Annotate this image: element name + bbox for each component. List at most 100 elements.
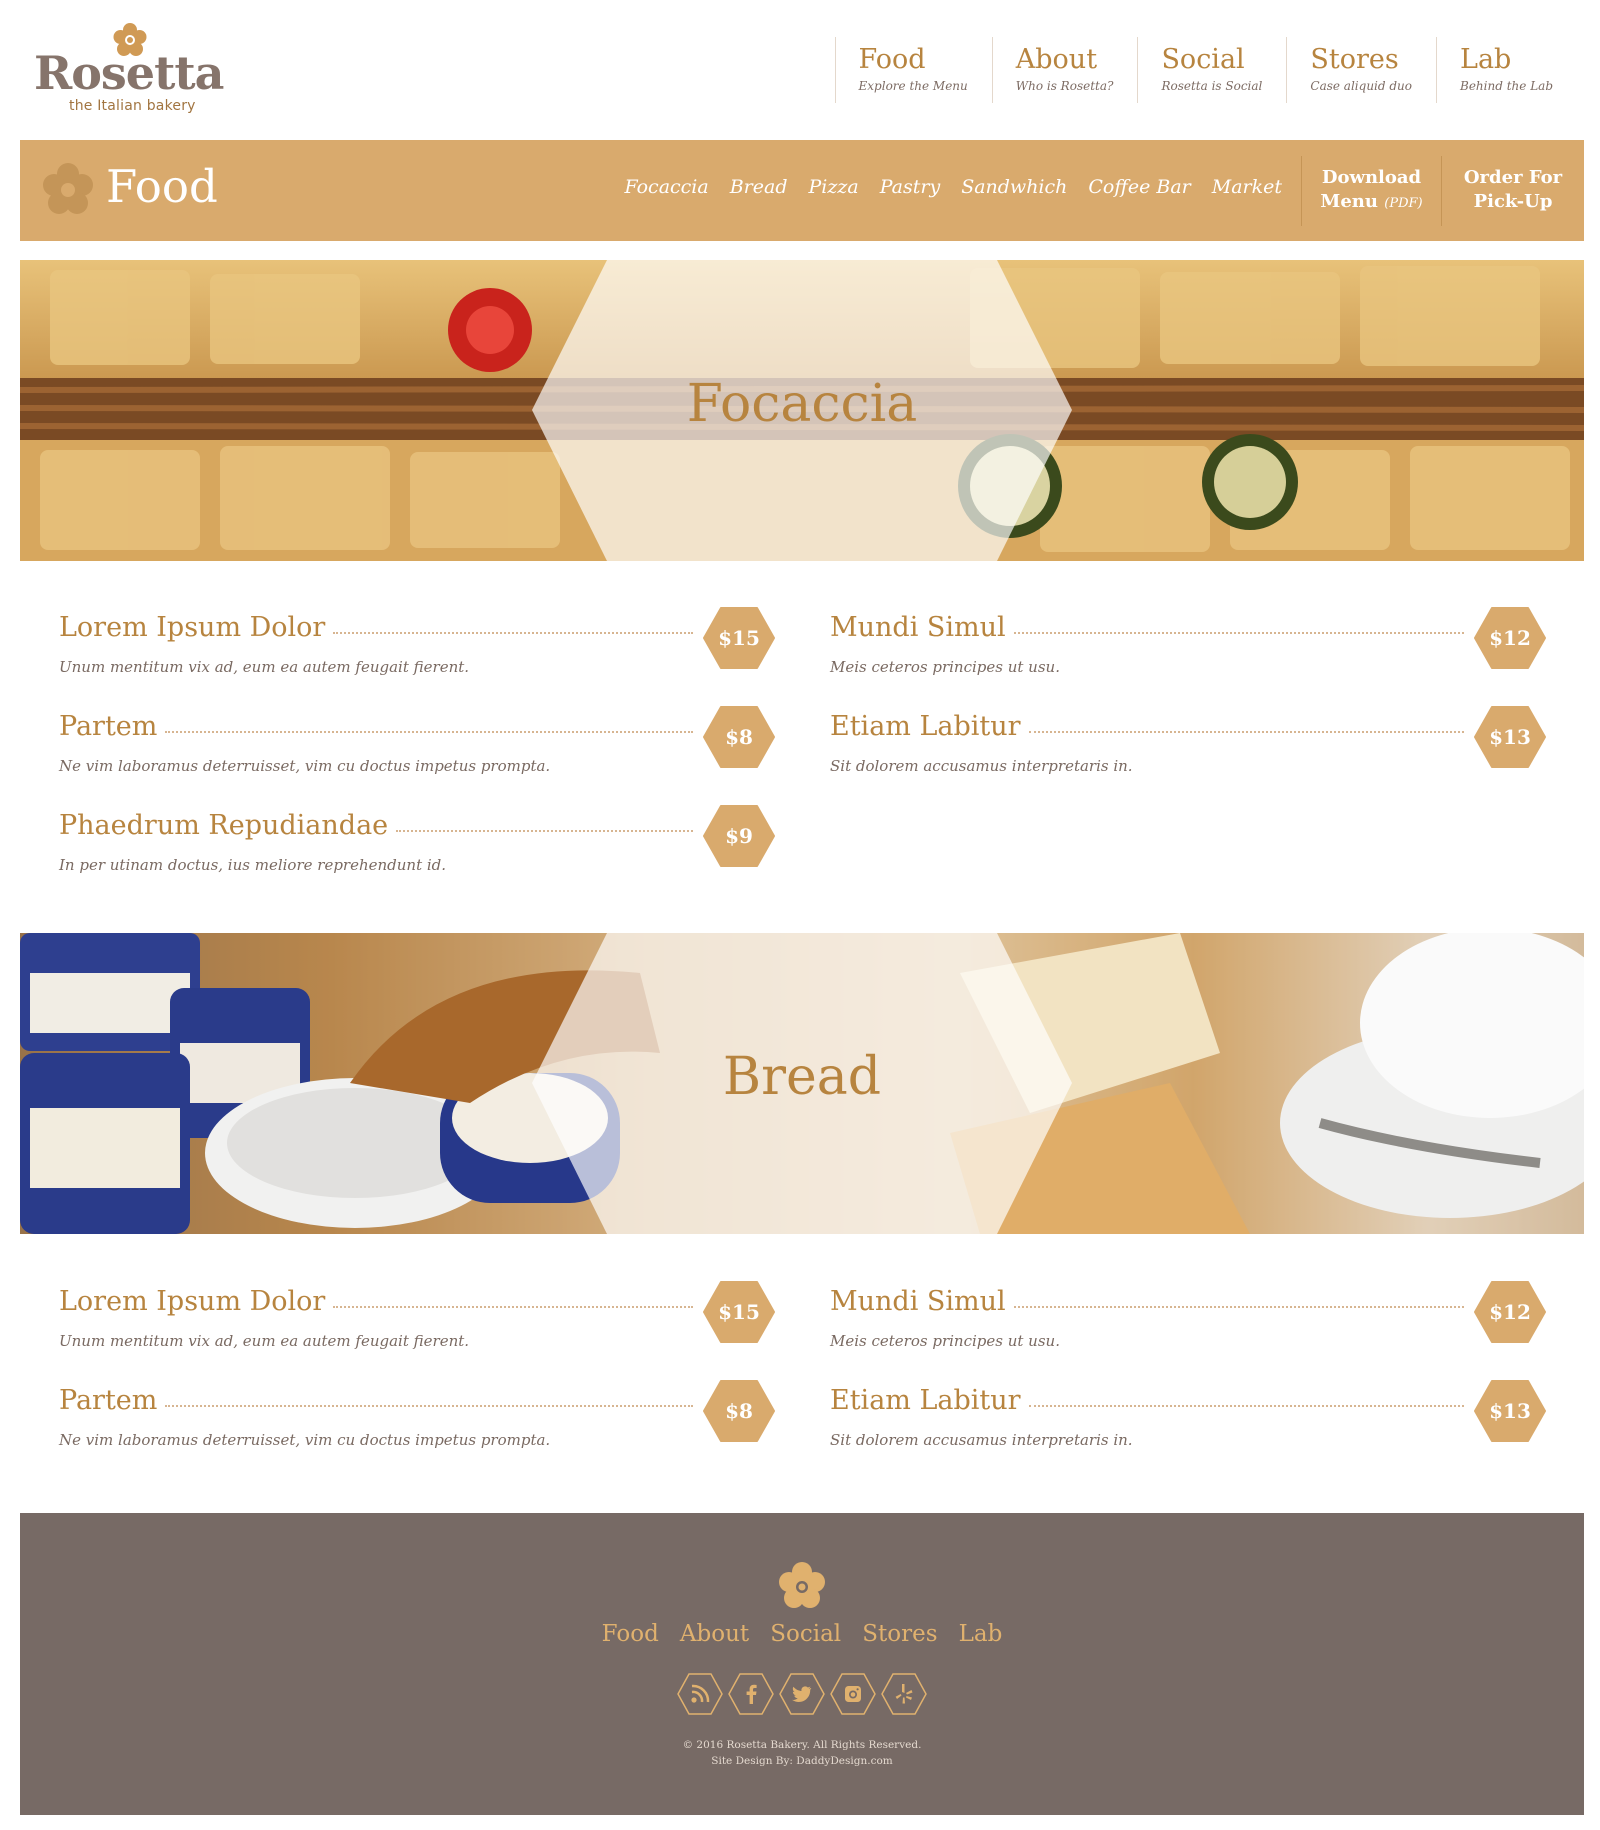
nav-item-about[interactable]: About Who is Rosetta?: [991, 37, 1138, 103]
social-links: [20, 1673, 1584, 1715]
dotted-leader: [333, 632, 693, 634]
order-label-line1: Order For: [1463, 167, 1563, 188]
menu-item[interactable]: Phaedrum Repudiandae In per utinam doctu…: [59, 802, 775, 882]
yelp-icon[interactable]: [881, 1673, 927, 1715]
subnav-pizza[interactable]: Pizza: [809, 176, 859, 198]
price-badge: $8: [703, 706, 775, 768]
dotted-leader: [1028, 731, 1464, 733]
bread-menu-list: Lorem Ipsum Dolor Unum mentitum vix ad, …: [59, 1278, 1546, 1478]
download-label-menu: Menu: [1320, 191, 1378, 212]
footer-navigation: Food About Social Stores Lab: [20, 1621, 1584, 1647]
menu-item[interactable]: Lorem Ipsum Dolor Unum mentitum vix ad, …: [59, 1278, 775, 1358]
menu-item-price: $15: [718, 626, 760, 650]
price-badge: $15: [703, 607, 775, 669]
dotted-leader: [333, 1306, 693, 1308]
copyright-text: © 2016 Rosetta Bakery. All Rights Reserv…: [20, 1737, 1584, 1769]
nav-item-subtitle: Case aliquid duo: [1310, 78, 1413, 93]
rss-icon[interactable]: [677, 1673, 723, 1715]
nav-item-lab[interactable]: Lab Behind the Lab: [1436, 37, 1577, 103]
menu-item-description: Sit dolorem accusamus interpretaris in.: [830, 1431, 1133, 1449]
menu-item-price: $13: [1489, 725, 1531, 749]
instagram-icon[interactable]: [830, 1673, 876, 1715]
menu-item-name: Etiam Labitur: [830, 710, 1021, 742]
menu-item-name: Etiam Labitur: [830, 1384, 1021, 1416]
design-credit-line: Site Design By: DaddyDesign.com: [711, 1755, 893, 1767]
menu-item-description: Ne vim laboramus deterruisset, vim cu do…: [59, 757, 551, 775]
menu-item-name: Mundi Simul: [830, 611, 1006, 643]
menu-item-price: $12: [1489, 1300, 1531, 1324]
menu-item-row: Mundi Simul: [830, 1278, 1470, 1318]
nav-item-food[interactable]: Food Explore the Menu: [834, 37, 992, 103]
menu-item-description: Meis ceteros principes ut usu.: [830, 1332, 1060, 1350]
nav-item-subtitle: Explore the Menu: [858, 78, 968, 93]
menu-item-row: Partem: [59, 703, 699, 743]
download-label-line1: Download: [1321, 167, 1422, 188]
menu-item[interactable]: Lorem Ipsum Dolor Unum mentitum vix ad, …: [59, 604, 775, 684]
copyright-line: © 2016 Rosetta Bakery. All Rights Reserv…: [682, 1739, 922, 1751]
page-title: Food: [106, 160, 218, 213]
nav-item-subtitle: Rosetta is Social: [1161, 78, 1263, 93]
price-badge: $13: [1474, 706, 1546, 768]
footer-link-social[interactable]: Social: [770, 1621, 841, 1647]
main-navigation: Food Explore the Menu About Who is Roset…: [834, 37, 1577, 103]
footer-link-food[interactable]: Food: [602, 1621, 659, 1647]
menu-item-name: Partem: [59, 710, 158, 742]
menu-item-description: Ne vim laboramus deterruisset, vim cu do…: [59, 1431, 551, 1449]
subnav-focaccia[interactable]: Focaccia: [624, 176, 708, 198]
site-header: Rosetta the Italian bakery Food Explore …: [0, 0, 1600, 140]
menu-item-name: Mundi Simul: [830, 1285, 1006, 1317]
dotted-leader: [165, 1405, 693, 1407]
rosetta-logo[interactable]: Rosetta the Italian bakery: [34, 22, 234, 122]
pdf-label: (PDF): [1384, 196, 1423, 211]
nav-item-title: Stores: [1310, 44, 1399, 75]
menu-item[interactable]: Partem Ne vim laboramus deterruisset, vi…: [59, 1377, 775, 1457]
order-pickup-button[interactable]: Order For Pick-Up: [1441, 156, 1584, 226]
subnav-market[interactable]: Market: [1212, 176, 1282, 198]
twitter-icon[interactable]: [779, 1673, 825, 1715]
flower-logo-icon: [779, 1562, 825, 1608]
download-menu-button[interactable]: Download Menu (PDF): [1301, 156, 1441, 226]
menu-item-row: Mundi Simul: [830, 604, 1470, 644]
menu-item[interactable]: Etiam Labitur Sit dolorem accusamus inte…: [830, 703, 1546, 783]
order-label-line2: Pick-Up: [1473, 191, 1553, 212]
menu-item-description: Unum mentitum vix ad, eum ea autem feuga…: [59, 1332, 470, 1350]
subnav-sandwhich[interactable]: Sandwhich: [961, 176, 1067, 198]
menu-item-description: Meis ceteros principes ut usu.: [830, 658, 1060, 676]
logo-wordmark: Rosetta: [34, 46, 224, 100]
footer-link-lab[interactable]: Lab: [959, 1621, 1003, 1647]
subnav-coffee-bar[interactable]: Coffee Bar: [1088, 176, 1190, 198]
logo-tagline: the Italian bakery: [69, 98, 196, 114]
menu-item[interactable]: Mundi Simul Meis ceteros principes ut us…: [830, 604, 1546, 684]
dotted-leader: [396, 830, 693, 832]
menu-item-name: Phaedrum Repudiandae: [59, 809, 389, 841]
focaccia-menu-list: Lorem Ipsum Dolor Unum mentitum vix ad, …: [59, 604, 1546, 894]
bread-banner: Bread: [20, 933, 1584, 1234]
dotted-leader: [1013, 632, 1464, 634]
nav-item-social[interactable]: Social Rosetta is Social: [1137, 37, 1286, 103]
menu-item[interactable]: Etiam Labitur Sit dolorem accusamus inte…: [830, 1377, 1546, 1457]
menu-item[interactable]: Partem Ne vim laboramus deterruisset, vi…: [59, 703, 775, 783]
dotted-leader: [1013, 1306, 1464, 1308]
subnav-bread[interactable]: Bread: [730, 176, 788, 198]
flower-icon: [43, 163, 93, 214]
menu-item-name: Lorem Ipsum Dolor: [59, 611, 326, 643]
price-badge: $8: [703, 1380, 775, 1442]
site-footer: Food About Social Stores Lab © 2016 Rose…: [20, 1513, 1584, 1815]
menu-item-price: $8: [725, 725, 753, 749]
focaccia-banner: Focaccia: [20, 260, 1584, 561]
subnav-pastry[interactable]: Pastry: [880, 176, 940, 198]
dotted-leader: [165, 731, 693, 733]
facebook-icon[interactable]: [728, 1673, 774, 1715]
footer-link-stores[interactable]: Stores: [862, 1621, 937, 1647]
footer-link-about[interactable]: About: [680, 1621, 749, 1647]
menu-item-price: $8: [725, 1399, 753, 1423]
nav-item-title: Food: [858, 44, 926, 75]
menu-item-price: $15: [718, 1300, 760, 1324]
section-title-focaccia: Focaccia: [686, 374, 918, 434]
menu-item-row: Etiam Labitur: [830, 1377, 1470, 1417]
menu-item[interactable]: Mundi Simul Meis ceteros principes ut us…: [830, 1278, 1546, 1358]
nav-item-stores[interactable]: Stores Case aliquid duo: [1286, 37, 1436, 103]
section-title-bread: Bread: [722, 1047, 882, 1107]
nav-item-title: Social: [1161, 44, 1245, 75]
nav-item-subtitle: Who is Rosetta?: [1015, 78, 1114, 93]
